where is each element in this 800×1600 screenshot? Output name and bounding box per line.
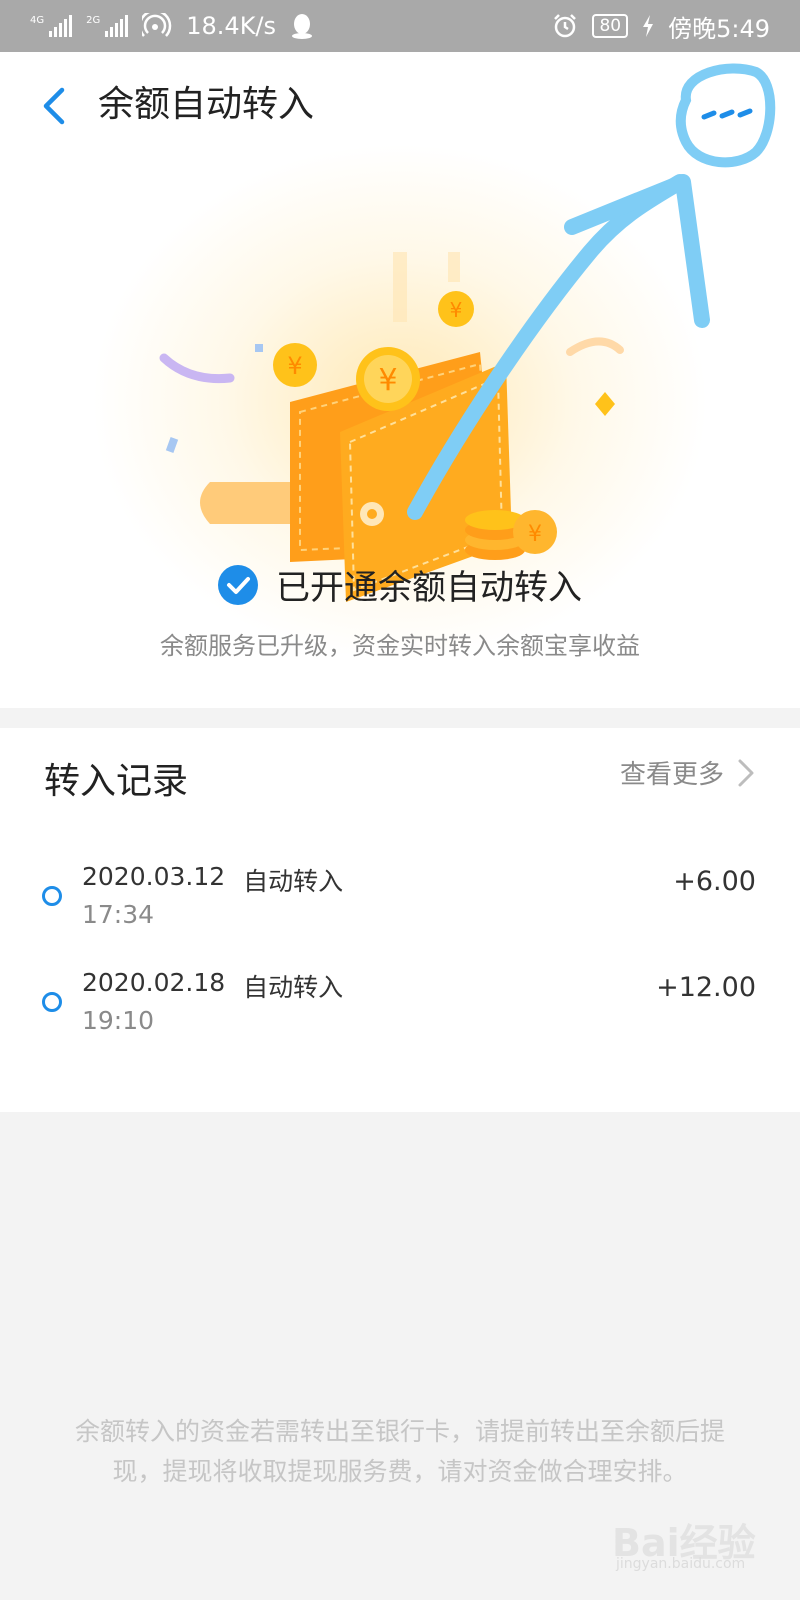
record-amount: +12.00 — [656, 972, 756, 1003]
qq-icon — [292, 14, 313, 39]
record-date-type: 2020.02.18 自动转入 — [82, 968, 343, 1004]
alarm-icon — [554, 14, 577, 38]
status-subtitle: 余额服务已升级，资金实时转入余额宝享收益 — [160, 632, 640, 660]
battery-indicator: 80 — [592, 14, 629, 38]
view-more-link[interactable]: 查看更多 — [620, 754, 756, 791]
record-row[interactable]: 2020.03.12 自动转入 17:34 +6.00 — [0, 862, 800, 952]
network-speed: 18.4K/s — [186, 12, 277, 40]
more-button[interactable] — [668, 60, 778, 172]
timeline-dot-icon — [42, 886, 62, 906]
footer-note: 余额转入的资金若需转出至银行卡，请提前转出至余额后提现，提现将收取提现服务费，请… — [74, 1417, 725, 1486]
status-bar: 4G 2G 18.4K/s 80 傍晚5:49 — [0, 0, 800, 52]
check-circle-icon — [218, 564, 258, 605]
view-more-label: 查看更多 — [619, 760, 724, 790]
record-date-type: 2020.03.12 自动转入 — [82, 862, 343, 898]
signal-2g-icon: 2G — [86, 15, 129, 37]
watermark-url: jingyan.baidu.com — [616, 1556, 746, 1572]
transfer-records-card: 转入记录 查看更多 2020.03.12 自动转入 17:34 +6.00 20… — [0, 728, 800, 1112]
charging-icon — [643, 15, 654, 37]
record-amount: +6.00 — [673, 866, 756, 897]
record-date: 2020.02.18 — [82, 968, 226, 997]
status-text: 已开通余额自动转入 — [276, 568, 582, 608]
hero-section: 余额自动转入 ¥ ¥ ¥ ¥ 已开通余额自动转入 余额服务已升级，资金实时转入余… — [0, 52, 800, 708]
more-dots-icon — [701, 108, 753, 120]
signal-4g-icon: 4G — [30, 15, 73, 37]
record-time: 17:34 — [82, 900, 155, 929]
record-type: 自动转入 — [243, 867, 344, 896]
record-row[interactable]: 2020.02.18 自动转入 19:10 +12.00 — [0, 968, 800, 1058]
timeline-dot-icon — [42, 992, 62, 1012]
clock: 傍晚5:49 — [668, 14, 770, 43]
chevron-right-icon — [738, 759, 754, 786]
records-title: 转入记录 — [44, 761, 189, 802]
record-time: 19:10 — [82, 1006, 155, 1035]
auto-transfer-status: 已开通余额自动转入 — [0, 560, 800, 609]
record-date: 2020.03.12 — [82, 862, 226, 891]
record-type: 自动转入 — [243, 973, 344, 1002]
hotspot-icon — [142, 13, 172, 37]
